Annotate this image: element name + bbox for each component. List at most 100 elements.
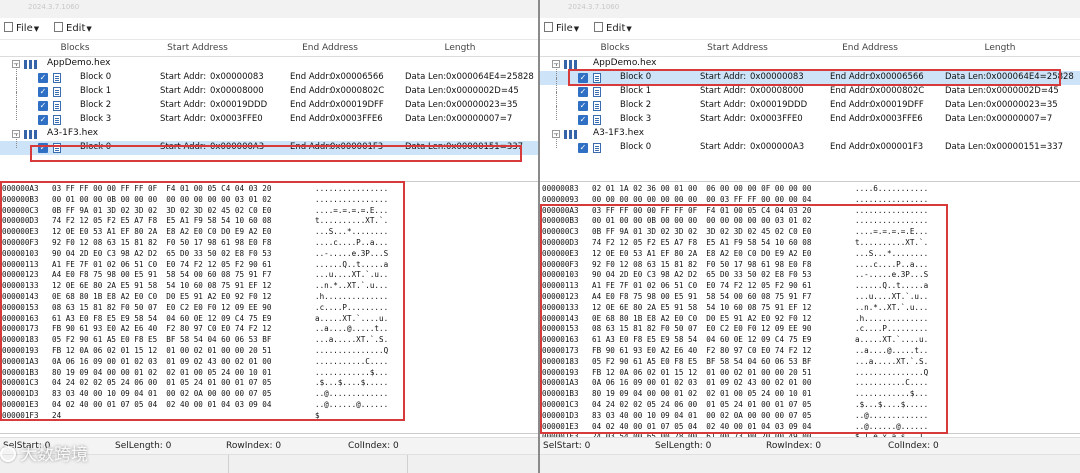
length-label: Data Len: — [945, 100, 987, 110]
footer-divider — [228, 455, 229, 473]
end-address: 0x0003FFE6 — [330, 114, 383, 124]
col-start-address[interactable]: Start Address — [150, 43, 245, 53]
ascii-text[interactable]: ................ — [855, 195, 928, 204]
tree-file-row[interactable]: − A3-1F3.hex — [0, 127, 539, 141]
document-icon — [593, 143, 601, 153]
hex-address: 00000093 — [542, 194, 579, 204]
tree-block-row[interactable]: ✓ Block 3 Start Addr: 0x0003FFE0 End Addr: 0x… — [0, 106, 539, 127]
start-address: 0x00008000 — [750, 86, 804, 96]
end-address: 0x00006566 — [330, 72, 384, 82]
length-label: Data Len: — [405, 72, 447, 82]
length-label: Data Len: — [405, 100, 447, 110]
hex-bytes[interactable]: 00 00 00 00 00 00 00 00 00 03 FF FF 00 0… — [592, 195, 811, 204]
left-menu-bar: File▼ Edit▼ — [0, 18, 539, 40]
document-icon — [53, 73, 61, 83]
checkbox[interactable]: ✓ — [38, 101, 48, 111]
block-name: Block 2 — [620, 100, 652, 110]
left-sellength: SelLength: 0 — [115, 441, 172, 451]
file-icon — [4, 22, 13, 32]
end-label: End Addr: — [290, 86, 332, 96]
length-label: Data Len: — [405, 114, 447, 124]
document-icon — [53, 87, 61, 97]
left-edit-menu[interactable]: Edit▼ — [54, 22, 92, 34]
checkbox[interactable]: ✓ — [578, 101, 588, 111]
tree-line — [16, 92, 17, 106]
checkbox[interactable]: ✓ — [578, 87, 588, 97]
end-label: End Addr: — [290, 100, 332, 110]
tree-file-row[interactable]: − AppDemo.hex — [0, 57, 539, 71]
left-edit-menu-label: Edit — [66, 23, 86, 34]
start-address: 0x00008000 — [210, 86, 264, 96]
file-group-icon — [564, 130, 582, 139]
block-name: Block 2 — [80, 100, 112, 110]
chevron-down-icon: ▼ — [573, 25, 580, 33]
checkbox[interactable]: ✓ — [578, 143, 588, 153]
tree-file-row[interactable]: − A3-1F3.hex — [540, 127, 1080, 141]
left-title-version: 2024.3.7.1060 — [28, 3, 80, 11]
tree-file-label: AppDemo.hex — [593, 58, 657, 68]
left-highlight-box — [30, 145, 522, 162]
block-name: Block 0 — [620, 142, 652, 152]
chevron-down-icon: ▼ — [33, 25, 40, 33]
screenshot-comparison: 2024.3.7.1060 File▼ Edit▼ Blocks Start A… — [0, 0, 1080, 473]
tree-block-row[interactable]: ✓ Block 3 Start Addr: 0x0003FFE0 End Addr: 0x… — [540, 106, 1080, 127]
col-length[interactable]: Length — [955, 43, 1045, 53]
chevron-down-icon: ▼ — [626, 25, 632, 33]
document-icon — [53, 115, 61, 125]
tree-block-row[interactable]: ✓ Block 0 Start Addr: 0x000000A3 End Addr: 0x… — [540, 134, 1080, 155]
col-end-address[interactable]: End Address — [825, 43, 915, 53]
col-end-address[interactable]: End Address — [285, 43, 375, 53]
col-length[interactable]: Length — [415, 43, 505, 53]
checkbox[interactable]: ✓ — [38, 73, 48, 83]
start-label: Start Addr: — [160, 100, 207, 110]
length-value: 0x0000002D=45 — [446, 86, 519, 96]
tree-line — [16, 78, 17, 92]
checkbox[interactable]: ✓ — [578, 115, 588, 125]
start-address: 0x0003FFE0 — [210, 114, 263, 124]
start-label: Start Addr: — [700, 142, 747, 152]
left-column-header: Blocks Start Address End Address Length — [0, 40, 539, 57]
block-name: Block 0 — [80, 72, 112, 82]
edit-icon — [54, 22, 63, 32]
tree-file-label: AppDemo.hex — [47, 58, 111, 68]
file-group-icon — [24, 130, 42, 139]
right-file-menu-label: File — [556, 23, 573, 34]
col-start-address[interactable]: Start Address — [690, 43, 785, 53]
length-label: Data Len: — [945, 142, 987, 152]
watermark-text: 大数跨境 — [20, 445, 88, 465]
tree-block-row[interactable]: ✓ Block 1 Start Addr: 0x00008000 End Addr: 0x… — [0, 78, 539, 99]
length-value: 0x0000002D=45 — [986, 86, 1059, 96]
watermark-logo: 大数跨境 — [0, 440, 88, 465]
right-highlight-box — [568, 69, 1061, 86]
hex-bytes[interactable]: 02 01 1A 02 36 00 01 00 06 00 00 00 0F 0… — [592, 184, 811, 193]
right-edit-menu-label: Edit — [606, 23, 626, 34]
length-value: 0x00000151=337 — [986, 142, 1064, 152]
tree-block-row[interactable]: ✓ Block 2 Start Addr: 0x00019DDD End Addr: 0x… — [540, 92, 1080, 113]
ascii-text[interactable]: ....6........... — [855, 184, 928, 193]
col-blocks[interactable]: Blocks — [40, 43, 110, 53]
right-menu-bar: File▼ Edit▼ — [540, 18, 1080, 40]
tree-block-row[interactable]: ✓ Block 0 Start Addr: 0x00000083 End Addr: 0x… — [0, 64, 539, 85]
checkbox[interactable]: ✓ — [38, 87, 48, 97]
length-value: 0x00000023=35 — [446, 100, 518, 110]
left-file-menu[interactable]: File▼ — [4, 22, 39, 34]
block-name: Block 3 — [620, 114, 652, 124]
checkbox[interactable]: ✓ — [38, 115, 48, 125]
length-label: Data Len: — [405, 86, 447, 96]
block-name: Block 3 — [80, 114, 112, 124]
right-hex-viewer-window: 2024.3.7.1060 File▼ Edit▼ Blocks Start A… — [540, 0, 1080, 473]
left-colindex: ColIndex: 0 — [348, 441, 399, 451]
end-address: 0x00019DFF — [330, 100, 384, 110]
col-blocks[interactable]: Blocks — [580, 43, 650, 53]
right-title-bar: 2024.3.7.1060 — [540, 0, 1080, 18]
length-value: 0x00000007=7 — [986, 114, 1053, 124]
end-label: End Addr: — [830, 100, 872, 110]
right-edit-menu[interactable]: Edit▼ — [594, 22, 632, 34]
tree-line — [556, 134, 557, 148]
length-label: Data Len: — [945, 114, 987, 124]
end-address: 0x0000802C — [330, 86, 385, 96]
tree-block-row[interactable]: ✓ Block 2 Start Addr: 0x00019DDD End Addr: 0x… — [0, 92, 539, 113]
left-title-bar: 2024.3.7.1060 — [0, 0, 539, 18]
tree-block-row[interactable]: ✓ Block 1 Start Addr: 0x00008000 End Addr: 0x… — [540, 78, 1080, 99]
right-file-menu[interactable]: File▼ — [544, 22, 579, 34]
